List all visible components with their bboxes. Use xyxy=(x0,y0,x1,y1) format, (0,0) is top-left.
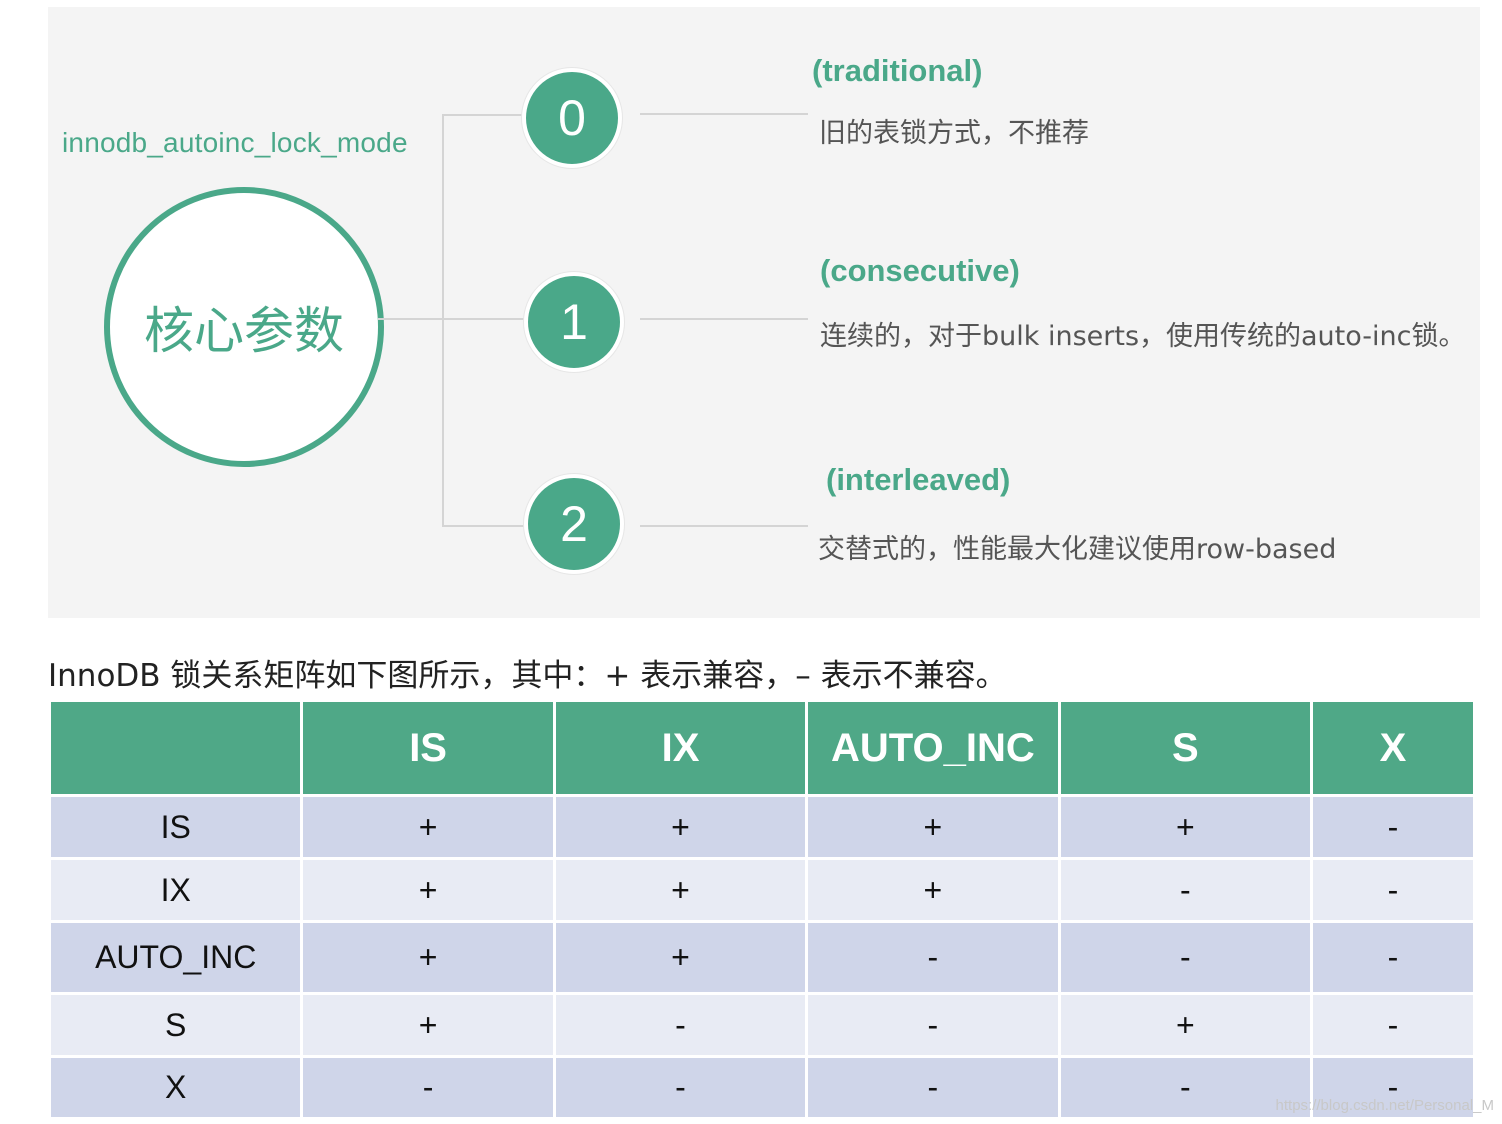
table-cell: + xyxy=(1057,794,1314,860)
connector-branch-1 xyxy=(442,318,527,320)
mode-number-0: 0 xyxy=(522,68,622,168)
mode-title-2: (interleaved) xyxy=(826,462,1011,497)
header-cell: IX xyxy=(552,699,809,797)
connector-mode-0 xyxy=(640,113,808,115)
table-cell: - xyxy=(805,1055,1061,1120)
table-cell: + xyxy=(1057,992,1314,1058)
connector-mode-2 xyxy=(640,525,808,527)
table-cell: - xyxy=(1057,1055,1314,1120)
table-cell: - xyxy=(1310,920,1476,995)
connector-core xyxy=(378,318,443,320)
row-label-cell: X xyxy=(47,1055,304,1120)
table-cell: - xyxy=(1057,920,1314,995)
watermark: https://blog.csdn.net/Personal_M xyxy=(1275,1097,1494,1114)
table-row: AUTO_INC + + - - - xyxy=(47,920,1476,995)
table-cell: - xyxy=(552,992,809,1058)
mode-number-2: 2 xyxy=(524,474,624,574)
matrix-caption: InnoDB 锁关系矩阵如下图所示，其中：+ 表示兼容，– 表示不兼容。 xyxy=(48,658,1007,694)
mode-title-0: (traditional) xyxy=(812,53,983,88)
table-cell: - xyxy=(1310,794,1476,860)
connector-branch-0 xyxy=(442,114,527,116)
header-cell: IS xyxy=(300,699,556,797)
table-cell: - xyxy=(805,920,1061,995)
mode-desc-0: 旧的表锁方式，不推荐 xyxy=(819,118,1089,149)
table-cell: + xyxy=(300,920,556,995)
table-cell: + xyxy=(300,992,556,1058)
connector-mode-1 xyxy=(640,318,808,320)
mode-title-1: (consecutive) xyxy=(820,253,1020,288)
table-header-row: IS IX AUTO_INC S X xyxy=(47,699,1476,797)
table-cell: - xyxy=(805,992,1061,1058)
header-cell: S xyxy=(1057,699,1314,797)
core-param-label: 核心参数 xyxy=(144,302,344,360)
lock-compatibility-table: IS IX AUTO_INC S X IS + + + + - IX + + +… xyxy=(47,699,1476,1120)
table-row: X - - - - - xyxy=(47,1055,1476,1120)
table-cell: + xyxy=(552,920,809,995)
table-cell: - xyxy=(1057,857,1314,923)
row-label-cell: IX xyxy=(47,857,304,923)
header-cell: X xyxy=(1310,699,1476,797)
table-cell: + xyxy=(300,857,556,923)
table-row: IX + + + - - xyxy=(47,857,1476,923)
table-cell: + xyxy=(300,794,556,860)
connector-branch-2 xyxy=(442,525,527,527)
mode-desc-2: 交替式的，性能最大化建议使用row-based xyxy=(818,534,1337,565)
row-label-cell: S xyxy=(47,992,304,1058)
mode-desc-1: 连续的，对于bulk inserts，使用传统的auto-inc锁。 xyxy=(820,321,1466,352)
table-cell: - xyxy=(300,1055,556,1120)
table-cell: + xyxy=(552,794,809,860)
header-cell xyxy=(47,699,304,797)
table-cell: + xyxy=(805,794,1061,860)
table-row: S + - - + - xyxy=(47,992,1476,1058)
param-name-label: innodb_autoinc_lock_mode xyxy=(62,127,408,158)
table-cell: - xyxy=(1310,992,1476,1058)
row-label-cell: IS xyxy=(47,794,304,860)
row-label-cell: AUTO_INC xyxy=(47,920,304,995)
table-cell: - xyxy=(552,1055,809,1120)
table-cell: + xyxy=(552,857,809,923)
connector-trunk xyxy=(442,114,444,527)
table-row: IS + + + + - xyxy=(47,794,1476,860)
table-cell: + xyxy=(805,857,1061,923)
lock-mode-diagram: innodb_autoinc_lock_mode 核心参数 0 (traditi… xyxy=(48,7,1480,618)
core-param-circle: 核心参数 xyxy=(104,187,384,467)
table-cell: - xyxy=(1310,857,1476,923)
header-cell: AUTO_INC xyxy=(805,699,1061,797)
mode-number-1: 1 xyxy=(524,272,624,372)
